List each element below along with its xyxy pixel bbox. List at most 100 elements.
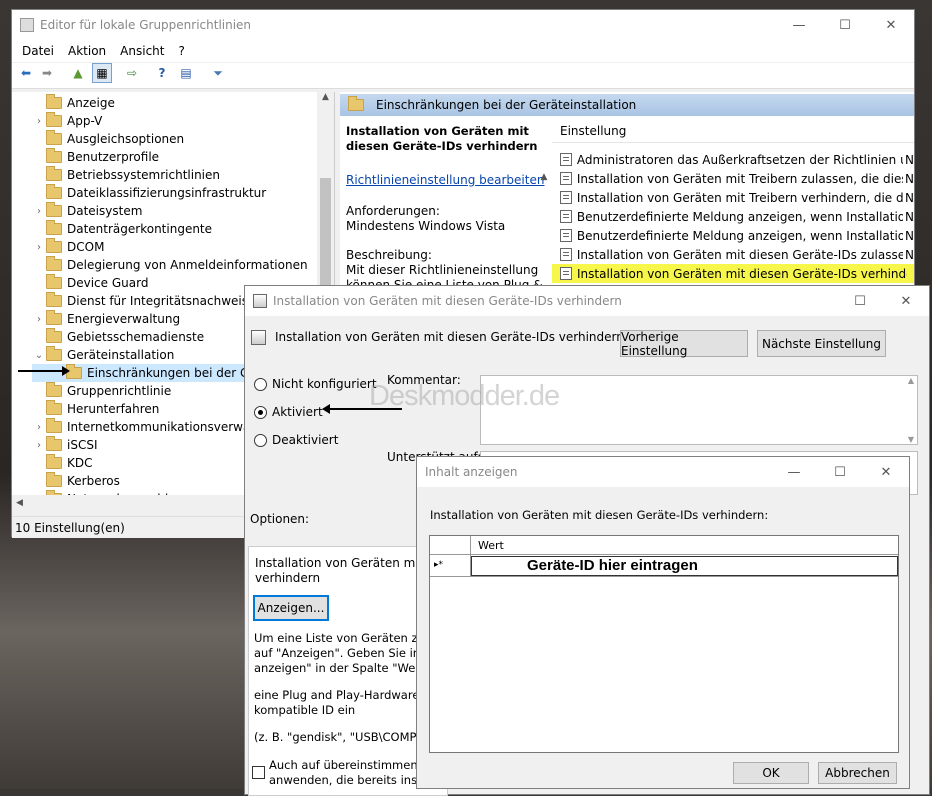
expand-chevron-icon[interactable]: › [32, 206, 46, 217]
tree-item-label: Internetkommunikationsverwaltu [67, 420, 266, 434]
tree-item-label: Kerberos [67, 474, 120, 488]
main-titlebar: Editor für lokale Gruppenrichtlinien — ☐… [12, 10, 914, 40]
content-maximize-button[interactable]: ☐ [817, 457, 863, 487]
close-button[interactable]: ✕ [868, 10, 914, 40]
policy-row[interactable]: Installation von Geräten mit diesen Gerä… [552, 264, 914, 283]
tree-item[interactable]: Gebietsschemadienste [32, 328, 204, 346]
folder-icon [46, 238, 62, 253]
content-minimize-button[interactable]: — [771, 457, 817, 487]
tree-item[interactable]: Benutzerprofile [32, 148, 159, 166]
desc-edit-link[interactable]: Richtlinieneinstellung bearbeiten [346, 173, 546, 188]
new-row-indicator-icon: ▸* [434, 560, 444, 570]
radio-disabled[interactable]: Deaktiviert [254, 433, 338, 447]
tree-item[interactable]: Device Guard [32, 274, 148, 292]
policy-row[interactable]: Installation von Geräten mit Treibern zu… [552, 169, 914, 188]
desc-scrollbar[interactable]: ▲ [536, 172, 552, 212]
expand-chevron-icon[interactable]: › [32, 242, 46, 253]
expand-chevron-icon[interactable]: › [32, 440, 46, 451]
policy-row[interactable]: Administratoren das Außerkraftsetzen der… [552, 150, 914, 169]
menu-ansicht[interactable]: Ansicht [120, 44, 164, 58]
tree-item[interactable]: Gruppenrichtlinie [32, 382, 171, 400]
radio-enabled[interactable]: Aktiviert [254, 405, 323, 419]
tree-item[interactable]: Delegierung von Anmeldeinformationen [32, 256, 308, 274]
policy-name: Installation von Geräten mit diesen Gerä… [576, 247, 903, 262]
tree-item[interactable]: Dateiklassifizierungsinfrastruktur [32, 184, 266, 202]
tree-item[interactable]: › Energieverwaltung [32, 310, 180, 328]
ok-button[interactable]: OK [733, 762, 809, 784]
tree-item[interactable]: › Dateisystem [32, 202, 142, 220]
arrow-annotation-radio [322, 404, 402, 414]
tree-item[interactable]: KDC [32, 454, 93, 472]
heading-policy-icon [251, 330, 266, 345]
folder-icon [46, 436, 62, 451]
expand-chevron-icon[interactable]: ⌄ [32, 350, 46, 361]
show-button[interactable]: Anzeigen... [253, 595, 329, 621]
cancel-button[interactable]: Abbrechen [818, 762, 897, 784]
value-grid[interactable]: Wert ▸* Geräte-ID hier eintragen [429, 535, 899, 753]
minimize-button[interactable]: — [776, 10, 822, 40]
maximize-button[interactable]: ☐ [822, 10, 868, 40]
tree-item[interactable]: › Internetkommunikationsverwaltu [32, 418, 266, 436]
tree-item-label: App-V [67, 114, 103, 128]
properties-icon[interactable]: ▤ [176, 63, 196, 83]
show-hide-tree-icon[interactable]: ▦ [92, 63, 112, 83]
tree-item-label: Gruppenrichtlinie [67, 384, 172, 398]
tree-item[interactable]: Ausgleichsoptionen [32, 130, 184, 148]
menu-aktion[interactable]: Aktion [68, 44, 106, 58]
tree-item-label: KDC [67, 456, 93, 470]
tree-item[interactable]: › App-V [32, 112, 102, 130]
forward-arrow-icon[interactable]: ➡ [37, 63, 57, 83]
tree-item-label: Dateiklassifizierungsinfrastruktur [67, 186, 267, 200]
folder-icon [46, 130, 62, 145]
tree-item[interactable]: Betriebssystemrichtlinien [32, 166, 220, 184]
next-setting-button[interactable]: Nächste Einstellung [757, 330, 886, 357]
previous-setting-button[interactable]: Vorherige Einstellung [620, 330, 748, 358]
tree-item-label: Benutzerprofile [67, 150, 160, 164]
policy-name: Installation von Geräten mit Treibern zu… [576, 171, 903, 186]
help-icon[interactable]: ? [152, 63, 172, 83]
folder-icon [46, 454, 62, 469]
filter-icon[interactable]: ⏷ [208, 63, 228, 83]
menu-bar: Datei Aktion Ansicht ? [12, 40, 914, 62]
tree-item[interactable]: ⌄ Geräteinstallation [32, 346, 174, 364]
tree-item-label: Datenträgerkontingente [67, 222, 213, 236]
policy-row[interactable]: Benutzerdefinierte Meldung anzeigen, wen… [552, 226, 914, 245]
dialog-maximize-button[interactable]: ☐ [837, 286, 883, 316]
menu-datei[interactable]: Datei [22, 44, 54, 58]
policy-setting-icon [560, 172, 572, 185]
policy-row[interactable]: Installation von Geräten mit diesen Gerä… [552, 245, 914, 264]
expand-chevron-icon[interactable]: › [32, 314, 46, 325]
export-list-icon[interactable]: ⇨ [122, 63, 142, 83]
policy-row[interactable]: Installation von Geräten mit Treibern ve… [552, 188, 914, 207]
folder-icon [348, 96, 364, 111]
tree-item-label: Device Guard [67, 276, 149, 290]
tree-item-label: Ausgleichsoptionen [67, 132, 185, 146]
back-arrow-icon[interactable]: ⬅ [16, 63, 36, 83]
radio-not-configured[interactable]: Nicht konfiguriert [254, 377, 377, 391]
policy-name: Administratoren das Außerkraftsetzen der… [576, 152, 903, 167]
expand-chevron-icon[interactable]: › [32, 422, 46, 433]
tree-item[interactable]: Kerberos [32, 472, 120, 490]
tree-item[interactable]: Anzeige [32, 94, 115, 112]
policy-state: N [905, 152, 914, 167]
policy-row[interactable]: Benutzerdefinierte Meldung anzeigen, wen… [552, 207, 914, 226]
tree-item[interactable]: › DCOM [32, 238, 104, 256]
tree-item[interactable]: Herunterfahren [32, 400, 159, 418]
folder-icon [46, 184, 62, 199]
content-close-button[interactable]: ✕ [863, 457, 909, 487]
dialog-title: Installation von Geräten mit diesen Gerä… [273, 294, 622, 308]
folder-icon [46, 166, 62, 181]
tree-item[interactable]: Datenträgerkontingente [32, 220, 212, 238]
tree-item-label: Geräteinstallation [67, 348, 175, 362]
desc-title: Installation von Geräten mit diesen Gerä… [346, 124, 538, 153]
dialog-close-button[interactable]: ✕ [883, 286, 929, 316]
col-header-einstellung[interactable]: Einstellung [560, 124, 626, 138]
expand-chevron-icon[interactable]: › [32, 116, 46, 127]
status-text: 10 Einstellung(en) [15, 521, 125, 535]
tree-item[interactable]: Dienst für Integritätsnachweise für [32, 292, 276, 310]
up-folder-icon[interactable]: ▲ [68, 63, 88, 83]
content-title: Inhalt anzeigen [425, 465, 518, 479]
tree-item[interactable]: › iSCSI [32, 436, 98, 454]
folder-icon [46, 274, 62, 289]
menu-help[interactable]: ? [178, 44, 184, 58]
